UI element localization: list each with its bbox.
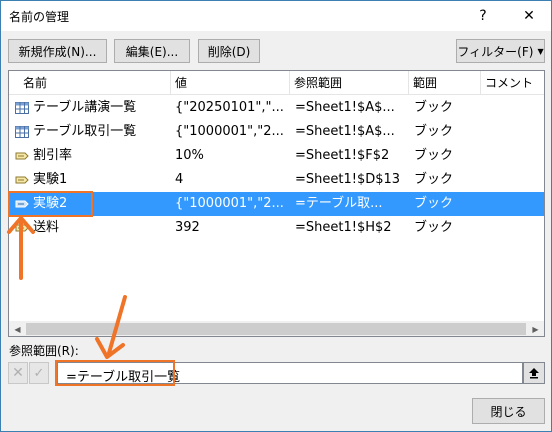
close-button-label: 閉じる	[490, 404, 527, 419]
confirm-edit-button[interactable]: ✓	[29, 362, 49, 384]
table-icon	[15, 102, 29, 114]
row-value: {"1000001","2...	[175, 196, 284, 211]
row-name: 送料	[33, 220, 60, 235]
column-header-value[interactable]: 値	[171, 71, 290, 95]
edit-button-label: 編集(E)...	[125, 44, 179, 59]
chevron-down-icon: ▼	[537, 46, 544, 56]
row-value: {"1000001","2...	[175, 124, 284, 139]
name-manager-dialog: 名前の管理 ? ✕ 新規作成(N)... 編集(E)... 削除(D) フィルタ…	[0, 0, 552, 432]
collapse-dialog-button[interactable]	[523, 362, 545, 384]
close-window-button[interactable]: ✕	[507, 1, 551, 31]
edit-button[interactable]: 編集(E)...	[114, 39, 190, 63]
row-name: テーブル取引一覧	[33, 124, 137, 139]
new-button-label: 新規作成(N)...	[18, 44, 97, 59]
column-header-ref[interactable]: 参照範囲	[290, 71, 409, 95]
new-button[interactable]: 新規作成(N)...	[8, 39, 107, 63]
annotation-box-reference	[55, 360, 175, 386]
help-icon: ?	[479, 8, 487, 24]
column-header-name[interactable]: 名前	[9, 71, 171, 95]
row-scope: ブック	[414, 124, 454, 139]
row-ref: =Sheet1!$H$2	[295, 220, 392, 235]
column-header-comment[interactable]: コメント	[481, 71, 544, 95]
delete-button-label: 削除(D)	[207, 44, 251, 59]
list-item[interactable]: 送料 392 =Sheet1!$H$2 ブック	[9, 216, 544, 240]
list-item[interactable]: テーブル講演一覧 {"20250101","... =Sheet1!$A$...…	[9, 96, 544, 120]
arrow-down-annotation-icon	[95, 295, 127, 359]
scroll-left-icon[interactable]: ◀	[9, 321, 26, 336]
row-name: 割引率	[33, 148, 73, 163]
list-header: 名前 値 参照範囲 範囲 コメント	[9, 71, 544, 95]
name-tag-icon	[15, 176, 29, 184]
list-item[interactable]: 割引率 10% =Sheet1!$F$2 ブック	[9, 144, 544, 168]
list-item[interactable]: テーブル取引一覧 {"1000001","2... =Sheet1!$A$...…	[9, 120, 544, 144]
title-bar: 名前の管理 ? ✕	[1, 1, 551, 31]
row-value: 4	[175, 172, 184, 187]
close-button[interactable]: 閉じる	[472, 398, 545, 424]
list-item[interactable]: 実験1 4 =Sheet1!$D$13 ブック	[9, 168, 544, 192]
filter-button-label: フィルター(F)	[457, 44, 534, 59]
row-ref: =Sheet1!$A$...	[295, 100, 395, 115]
cancel-x-icon: ✕	[12, 365, 24, 381]
row-ref: =テーブル取...	[295, 196, 383, 211]
row-scope: ブック	[414, 148, 454, 163]
collapse-arrow-icon	[529, 368, 539, 379]
help-button[interactable]: ?	[461, 1, 505, 31]
close-icon: ✕	[523, 8, 535, 24]
row-ref: =Sheet1!$F$2	[295, 148, 390, 163]
row-scope: ブック	[414, 172, 454, 187]
row-value: 392	[175, 220, 200, 235]
arrow-up-annotation-icon	[7, 216, 35, 280]
row-value: {"20250101","...	[175, 100, 284, 115]
filter-button[interactable]: フィルター(F) ▼	[456, 39, 545, 63]
cancel-edit-button[interactable]: ✕	[8, 362, 28, 384]
row-scope: ブック	[414, 196, 454, 211]
name-tag-icon	[15, 152, 29, 160]
row-scope: ブック	[414, 220, 454, 235]
table-icon	[15, 126, 29, 138]
column-header-scope[interactable]: 範囲	[409, 71, 481, 95]
row-ref: =Sheet1!$A$...	[295, 124, 395, 139]
row-scope: ブック	[414, 100, 454, 115]
check-icon: ✓	[33, 365, 45, 381]
row-value: 10%	[175, 148, 204, 163]
window-title: 名前の管理	[9, 10, 70, 24]
scroll-right-icon[interactable]: ▶	[527, 321, 544, 336]
row-name: 実験1	[33, 172, 68, 187]
delete-button[interactable]: 削除(D)	[198, 39, 260, 63]
row-name: テーブル講演一覧	[33, 100, 137, 115]
reference-label: 参照範囲(R):	[9, 344, 79, 358]
row-ref: =Sheet1!$D$13	[295, 172, 401, 187]
